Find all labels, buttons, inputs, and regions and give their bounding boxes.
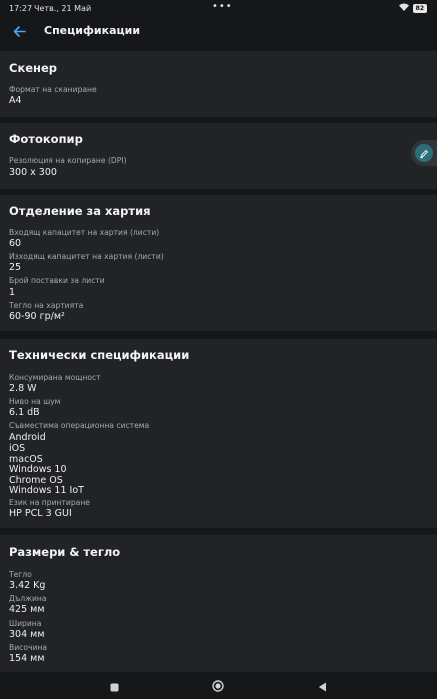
field-label: Формат на сканиране	[9, 85, 97, 94]
square-icon	[110, 677, 119, 696]
field-value: 25	[9, 262, 22, 273]
field-value: 300 x 300	[9, 167, 57, 178]
dimensions-card: Размери & тегло Тегло 3.42 Kg Дължина 42…	[0, 535, 437, 672]
field-value: 154 мм	[9, 653, 45, 664]
home-circle-icon	[212, 677, 224, 696]
status-dots: •••	[212, 1, 233, 12]
fab-circle	[415, 144, 433, 162]
field-label: Ниво на шум	[9, 397, 61, 406]
status-time: 17:27	[9, 4, 33, 13]
os-value: iOS	[9, 443, 26, 454]
os-value: Windows 10	[9, 464, 67, 475]
field-value: 6.1 dB	[9, 407, 40, 418]
pencil-icon	[419, 144, 429, 163]
field-value: 2.8 W	[9, 383, 37, 394]
back-nav-button[interactable]	[314, 678, 330, 694]
home-button[interactable]	[210, 678, 226, 694]
field-label: Тегло	[9, 570, 32, 579]
field-label: Консумирана мощност	[9, 373, 101, 382]
arrow-left-icon	[13, 22, 26, 41]
field-value: 60	[9, 238, 22, 249]
triangle-back-icon	[318, 677, 327, 696]
wifi-icon	[398, 3, 409, 13]
navigation-bar	[0, 672, 437, 699]
floating-edit-button[interactable]	[411, 140, 437, 166]
field-value: A4	[9, 95, 22, 106]
field-value: 60-90 гр/м²	[9, 311, 65, 322]
copier-card: Фотокопир Резолюция на копиране (DPI) 30…	[0, 123, 437, 189]
field-value: HP PCL 3 GUI	[9, 508, 72, 519]
field-value: 425 мм	[9, 604, 45, 615]
battery-icon: 82	[412, 3, 427, 13]
section-title-tech: Технически спецификации	[9, 348, 190, 362]
section-title-paper: Отделение за хартия	[9, 204, 151, 218]
page-title: Спецификации	[44, 24, 141, 37]
field-label: Изходящ капацитет на хартия (листи)	[9, 252, 164, 261]
field-label: Височина	[9, 643, 48, 652]
section-title-scanner: Скенер	[9, 61, 58, 75]
field-label: Тегло на хартията	[9, 301, 84, 310]
back-button[interactable]	[9, 22, 29, 40]
field-value: 3.42 Kg	[9, 580, 46, 591]
field-label: Ширина	[9, 619, 42, 628]
field-label: Входящ капацитет на хартия (листи)	[9, 228, 160, 237]
os-value: Windows 11 IoT	[9, 485, 84, 496]
scanner-card: Скенер Формат на сканиране A4	[0, 51, 437, 117]
section-title-dimensions: Размери & тегло	[9, 545, 121, 559]
field-label: Съвместима операционна система	[9, 421, 150, 430]
field-label: Език на принтиране	[9, 498, 90, 507]
field-label: Резолюция на копиране (DPI)	[9, 156, 127, 165]
app-bar: Спецификации	[0, 16, 437, 46]
tech-specs-card: Технически спецификации Консумирана мощн…	[0, 339, 437, 528]
field-value: 1	[9, 287, 16, 298]
os-value: Android	[9, 432, 46, 443]
recents-button[interactable]	[106, 678, 122, 694]
field-label: Дължина	[9, 594, 47, 603]
paper-card: Отделение за хартия Входящ капацитет на …	[0, 195, 437, 331]
section-title-copier: Фотокопир	[9, 132, 83, 146]
status-date: Четв., 21 Май	[34, 4, 92, 13]
field-label: Брой поставки за листи	[9, 276, 105, 285]
field-value: 304 мм	[9, 629, 45, 640]
status-bar: 17:27 Четв., 21 Май ••• 82	[0, 0, 437, 16]
